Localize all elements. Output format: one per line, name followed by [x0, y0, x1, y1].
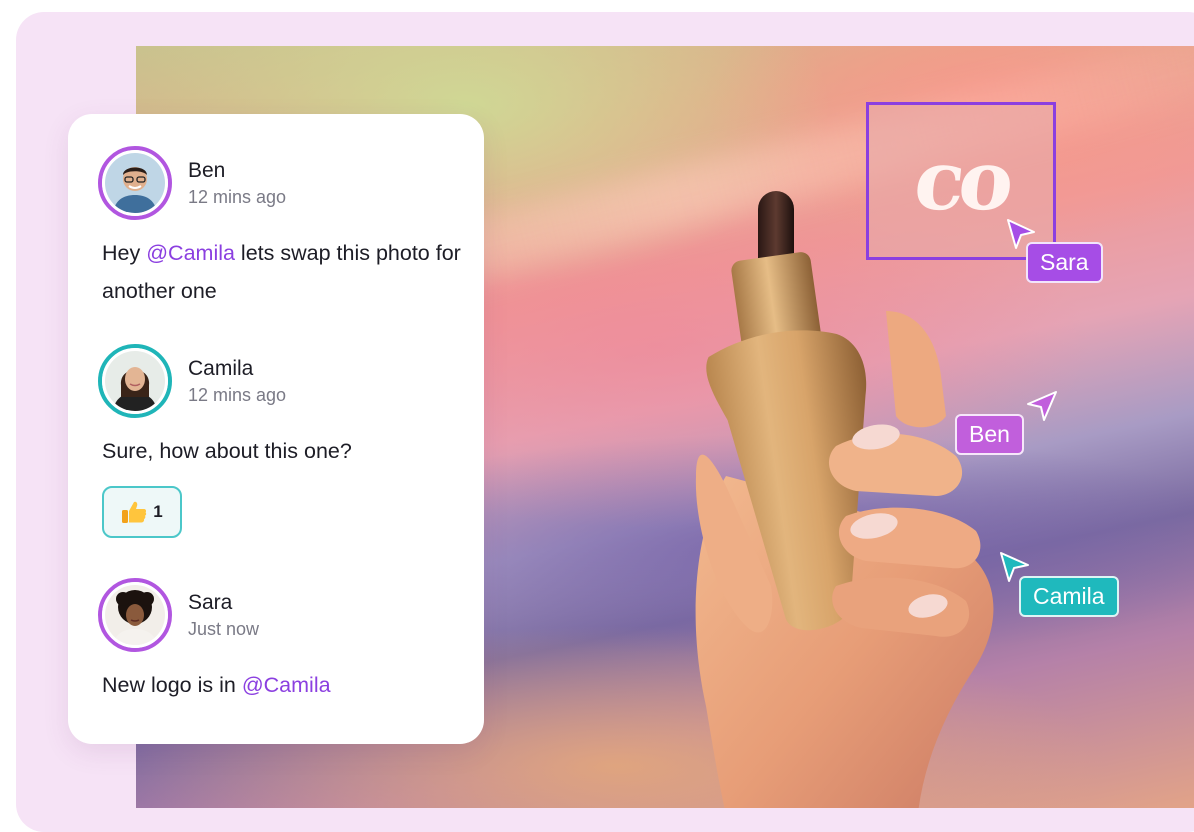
comment-item: Sara Just now New logo is in @Camila	[98, 578, 468, 704]
thumbs-up-icon	[122, 501, 147, 523]
avatar[interactable]	[98, 578, 172, 652]
avatar-ben-image	[105, 153, 165, 213]
comment-text-part: Hey	[102, 241, 147, 265]
comment-author: Ben	[188, 158, 226, 182]
comment-text: New logo is in @Camila	[98, 666, 468, 704]
mention-link[interactable]: @Camila	[242, 673, 331, 697]
avatar[interactable]	[98, 344, 172, 418]
mention-link[interactable]: @Camila	[146, 241, 235, 265]
comment-text: Hey @Camila lets swap this photo for ano…	[98, 234, 468, 310]
comment-item: Ben 12 mins ago Hey @Camila lets swap th…	[98, 146, 468, 310]
comments-panel: Ben 12 mins ago Hey @Camila lets swap th…	[68, 114, 484, 744]
comment-text-part: New logo is in	[102, 673, 242, 697]
cursor-label: Sara	[1026, 242, 1103, 283]
comment-timestamp: 12 mins ago	[188, 187, 287, 208]
collaborator-cursor-ben: Ben	[955, 414, 1024, 455]
avatar-camila-image	[105, 351, 165, 411]
cursor-arrow-icon	[1027, 391, 1057, 421]
avatar[interactable]	[98, 146, 172, 220]
avatar-sara-image	[105, 585, 165, 645]
comment-author: Camila	[188, 356, 254, 380]
collaborator-cursor-sara: Sara	[1026, 242, 1103, 283]
comment-timestamp: 12 mins ago	[188, 385, 287, 406]
comment-item: Camila 12 mins ago Sure, how about this …	[98, 344, 468, 538]
reaction-button[interactable]: 1	[102, 486, 182, 538]
comment-text: Sure, how about this one?	[102, 439, 352, 463]
comment-author: Sara	[188, 590, 233, 614]
cursor-label: Camila	[1019, 576, 1119, 617]
collaborator-cursor-camila: Camila	[1019, 576, 1119, 617]
cursor-label: Ben	[955, 414, 1024, 455]
reaction-count: 1	[153, 502, 163, 521]
comment-timestamp: Just now	[188, 619, 260, 640]
brand-logo: co	[909, 133, 1013, 229]
